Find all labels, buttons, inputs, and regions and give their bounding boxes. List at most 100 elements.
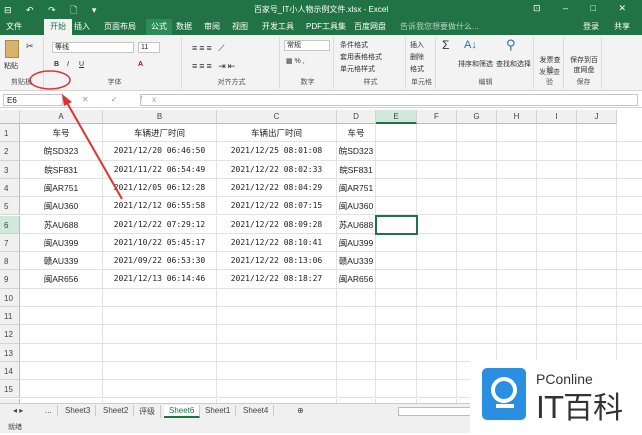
- empty-cell[interactable]: [103, 380, 217, 399]
- cell[interactable]: 车辆进厂时间: [103, 124, 217, 143]
- empty-cell[interactable]: [20, 307, 103, 326]
- tab-9[interactable]: PDF工具集: [306, 21, 346, 32]
- empty-cell[interactable]: [497, 178, 537, 198]
- empty-cell[interactable]: [217, 380, 337, 399]
- cell[interactable]: 闽AU360: [337, 197, 376, 216]
- sheet-tab[interactable]: Sheet4: [238, 405, 275, 416]
- cell[interactable]: 2021/12/22 08:02:33: [217, 160, 337, 179]
- empty-cell[interactable]: [577, 215, 617, 234]
- empty-cell[interactable]: [457, 197, 497, 216]
- empty-cell[interactable]: [417, 270, 457, 289]
- row-header[interactable]: 7: [0, 233, 20, 253]
- empty-cell[interactable]: [337, 288, 376, 307]
- cell[interactable]: 闽AR656: [337, 270, 376, 289]
- row-header[interactable]: 14: [0, 361, 20, 381]
- empty-cell[interactable]: [617, 289, 642, 307]
- percent-icon[interactable]: ▦ % ,: [286, 57, 305, 65]
- empty-cell[interactable]: [376, 178, 417, 198]
- cell[interactable]: 2021/12/25 08:01:08: [217, 142, 337, 161]
- empty-cell[interactable]: [617, 252, 642, 271]
- empty-cell[interactable]: [217, 361, 337, 381]
- empty-cell[interactable]: [537, 215, 577, 234]
- empty-cell[interactable]: [497, 142, 537, 161]
- empty-cell[interactable]: [537, 160, 577, 179]
- cell[interactable]: 赣AU339: [20, 252, 103, 271]
- empty-cell[interactable]: [577, 178, 617, 198]
- column-header-A[interactable]: A: [20, 110, 103, 124]
- empty-cell[interactable]: [457, 307, 497, 326]
- tab-0[interactable]: 文件: [6, 21, 22, 32]
- column-header-G[interactable]: G: [457, 110, 497, 124]
- conditional-format-button[interactable]: 条件格式: [340, 40, 368, 50]
- sheet-tab[interactable]: Sheet1: [200, 405, 237, 416]
- empty-cell[interactable]: [417, 343, 457, 362]
- empty-cell[interactable]: [617, 307, 642, 326]
- empty-cell[interactable]: [577, 325, 617, 344]
- empty-cell[interactable]: [577, 307, 617, 326]
- empty-cell[interactable]: [417, 233, 457, 253]
- italic-button[interactable]: I: [67, 61, 69, 68]
- column-header-I[interactable]: I: [537, 110, 577, 124]
- tab-1[interactable]: 开始: [44, 19, 72, 35]
- row-header[interactable]: 3: [0, 160, 20, 179]
- row-header[interactable]: 13: [0, 343, 20, 362]
- row-header[interactable]: 4: [0, 178, 20, 198]
- column-header-E[interactable]: E: [376, 110, 417, 124]
- share-button[interactable]: 共享: [614, 21, 630, 32]
- row-header[interactable]: 8: [0, 252, 20, 271]
- tab-6[interactable]: 审阅: [204, 21, 220, 32]
- cell[interactable]: 2021/12/22 08:04:29: [217, 178, 337, 198]
- paste-button[interactable]: 粘贴: [4, 61, 18, 71]
- tab-2[interactable]: 插入: [74, 21, 90, 32]
- row-header[interactable]: 2: [0, 142, 20, 161]
- empty-cell[interactable]: [617, 197, 642, 216]
- empty-cell[interactable]: [103, 307, 217, 326]
- sort-icon[interactable]: A↓: [464, 39, 477, 51]
- sheet-tab[interactable]: 评级: [134, 405, 161, 418]
- align-icons-2[interactable]: ≡≡≡ ⇥⇤: [192, 61, 237, 72]
- empty-cell[interactable]: [457, 325, 497, 344]
- empty-cell[interactable]: [537, 270, 577, 289]
- empty-cell[interactable]: [20, 361, 103, 381]
- cell[interactable]: 2021/12/22 07:29:12: [103, 215, 217, 234]
- find-select-button[interactable]: 查找和选择: [496, 59, 531, 69]
- empty-cell[interactable]: [417, 252, 457, 271]
- save-baidu-button[interactable]: 保存到百度网盘: [568, 55, 600, 75]
- insert-button[interactable]: 插入: [410, 40, 424, 50]
- empty-cell[interactable]: [497, 325, 537, 344]
- empty-cell[interactable]: [617, 234, 642, 253]
- empty-cell[interactable]: [103, 343, 217, 362]
- cell[interactable]: 皖SD323: [20, 142, 103, 161]
- empty-cell[interactable]: [417, 307, 457, 326]
- column-header-J[interactable]: J: [577, 110, 617, 124]
- sheet-tab[interactable]: Sheet3: [60, 405, 97, 416]
- empty-cell[interactable]: [337, 380, 376, 399]
- cell[interactable]: 闽AR751: [20, 178, 103, 198]
- cell[interactable]: 皖SD323: [337, 142, 376, 161]
- window-controls[interactable]: ⊡ – □ ✕: [533, 3, 636, 14]
- empty-cell[interactable]: [537, 142, 577, 161]
- sheet-tab[interactable]: Sheet6: [164, 405, 201, 418]
- cell[interactable]: 苏AU688: [337, 215, 376, 234]
- empty-cell[interactable]: [376, 197, 417, 216]
- empty-cell[interactable]: [617, 124, 642, 143]
- row-header[interactable]: 1: [0, 124, 20, 143]
- empty-cell[interactable]: [337, 325, 376, 344]
- format-button[interactable]: 格式: [410, 64, 424, 74]
- cell-style-button[interactable]: 单元格样式: [340, 64, 375, 74]
- cell[interactable]: 2021/11/22 06:54:49: [103, 160, 217, 179]
- cut-icon[interactable]: ✂: [26, 41, 34, 52]
- empty-cell[interactable]: [417, 325, 457, 344]
- add-sheet-icon[interactable]: ⊕: [292, 405, 309, 416]
- empty-cell[interactable]: [577, 288, 617, 307]
- empty-cell[interactable]: [376, 380, 417, 399]
- empty-cell[interactable]: [497, 160, 537, 179]
- horizontal-scrollbar[interactable]: [398, 407, 478, 416]
- empty-cell[interactable]: [577, 197, 617, 216]
- empty-cell[interactable]: [376, 252, 417, 271]
- sort-filter-button[interactable]: 排序和筛选: [458, 59, 493, 69]
- empty-cell[interactable]: [103, 361, 217, 381]
- number-format-select[interactable]: 常规: [284, 40, 330, 51]
- row-header[interactable]: 15: [0, 380, 20, 399]
- row-header[interactable]: 10: [0, 288, 20, 307]
